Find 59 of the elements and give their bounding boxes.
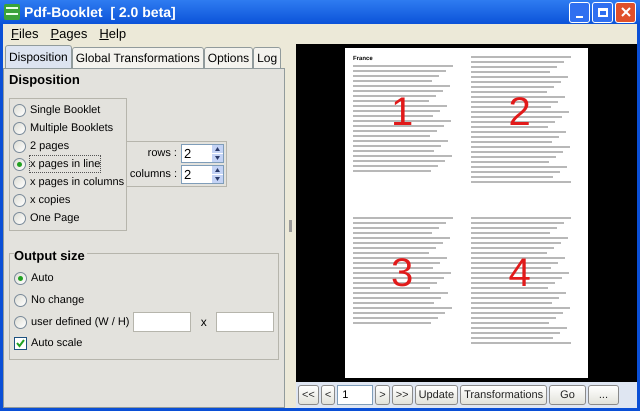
height-field[interactable] [216, 312, 274, 332]
minimize-button[interactable] [569, 2, 590, 22]
radio-button[interactable] [14, 272, 27, 284]
spin-arrows-icon [212, 145, 223, 162]
nav-button[interactable]: >> [392, 385, 413, 405]
app-icon [4, 4, 20, 20]
window-title: Pdf-Booklet [ 2.0 beta] [24, 2, 176, 22]
tab[interactable]: Disposition [5, 45, 72, 68]
radio-button[interactable] [13, 122, 26, 134]
page-field[interactable]: 1 [337, 385, 374, 405]
option-label: Single Booklet [30, 102, 100, 118]
page-number: 3 [391, 253, 414, 293]
checkbox-label: Auto scale [31, 336, 82, 351]
close-icon [620, 7, 630, 17]
nav-button[interactable]: < [320, 385, 336, 405]
tab[interactable]: Log [253, 47, 282, 68]
close-button[interactable] [615, 2, 636, 22]
option-label: No change [31, 292, 86, 308]
tab[interactable]: Global Transformations [72, 47, 204, 68]
toolbar-button[interactable]: Update [414, 385, 458, 405]
radio-button[interactable] [13, 158, 26, 170]
maximize-button[interactable] [592, 2, 613, 22]
option-label: One Page [30, 210, 80, 226]
option-label: x pages in line [30, 156, 100, 172]
size-separator: x [200, 314, 208, 331]
toolbar-button[interactable]: Go [549, 385, 586, 405]
radio-button[interactable] [14, 294, 27, 306]
radio-button[interactable] [14, 316, 27, 328]
option-label: Auto [31, 270, 55, 286]
checkmark-icon [16, 338, 25, 348]
radio-button[interactable] [13, 104, 26, 116]
option-label: x pages in columns [30, 174, 124, 190]
spin-arrows-icon [212, 166, 223, 183]
page-number: 2 [508, 92, 531, 132]
spinner-label: rows : [146, 146, 177, 162]
radio-button[interactable] [13, 212, 26, 224]
spinner-label: columns : [128, 167, 177, 182]
option-label: 2 pages [30, 138, 70, 154]
menu-item[interactable]: Files [11, 24, 38, 44]
menu-item[interactable]: Help [99, 24, 126, 44]
toolbar-button[interactable]: Transformations [460, 385, 548, 405]
radio-button[interactable] [13, 140, 26, 152]
checkbox[interactable] [14, 336, 27, 350]
width-field[interactable] [133, 312, 192, 332]
number-spinner[interactable]: 2 [181, 165, 224, 184]
toolbar-button[interactable]: ... [588, 385, 619, 405]
group-title: Disposition [9, 71, 81, 89]
page-number: 4 [508, 253, 531, 293]
tab[interactable]: Options [204, 47, 254, 68]
radio-button[interactable] [13, 176, 26, 188]
page-number: 1 [391, 92, 414, 132]
nav-button[interactable]: << [298, 385, 319, 405]
option-label: Multiple Booklets [30, 120, 114, 136]
number-spinner[interactable]: 2 [181, 144, 224, 163]
option-label: x copies [30, 192, 70, 208]
nav-button[interactable]: > [375, 385, 390, 405]
menu-item[interactable]: Pages [50, 24, 88, 44]
option-label: user defined (W / H) [31, 314, 130, 330]
radio-button[interactable] [13, 194, 26, 206]
